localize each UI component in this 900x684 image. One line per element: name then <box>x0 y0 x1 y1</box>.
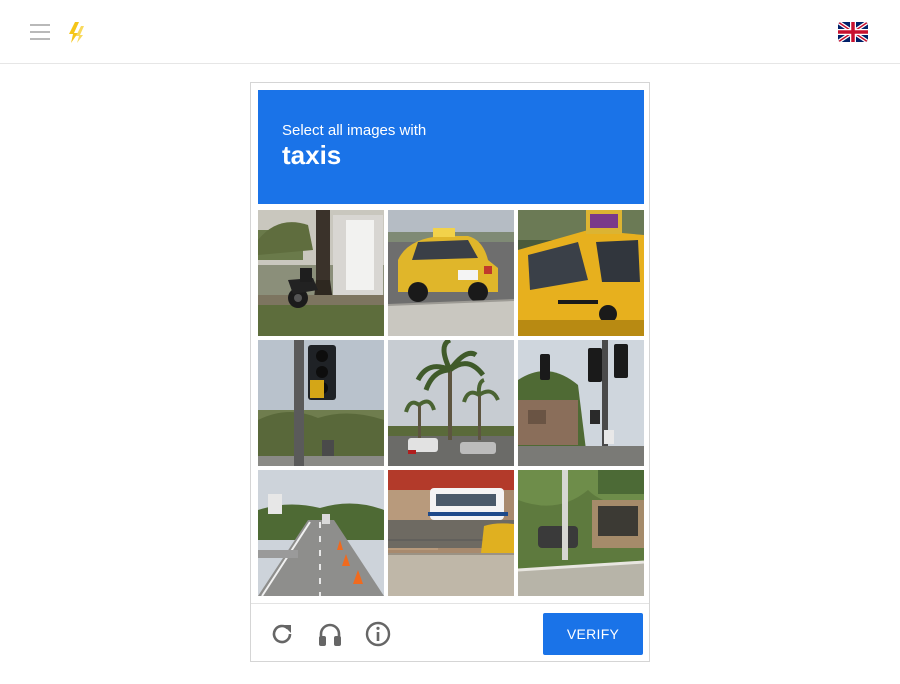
image-tile-5[interactable] <box>388 340 514 466</box>
image-tile-7[interactable] <box>258 470 384 596</box>
image-tile-8[interactable] <box>388 470 514 596</box>
info-icon[interactable] <box>364 620 392 648</box>
lightning-logo-icon[interactable] <box>66 20 88 44</box>
image-tile-9[interactable] <box>518 470 644 596</box>
reload-icon[interactable] <box>268 620 296 648</box>
image-tile-6[interactable] <box>518 340 644 466</box>
image-tile-2[interactable] <box>388 210 514 336</box>
image-tile-4[interactable] <box>258 340 384 466</box>
headphones-icon[interactable] <box>316 620 344 648</box>
target-object-text: taxis <box>282 140 342 170</box>
verify-button[interactable]: VERIFY <box>543 613 643 655</box>
hamburger-menu-icon[interactable] <box>30 23 50 41</box>
image-grid <box>258 210 644 596</box>
uk-flag-icon[interactable] <box>838 21 868 43</box>
challenge-prompt: Select all images with taxis <box>258 90 644 204</box>
captcha-challenge: Select all images with taxis VERIFY <box>250 82 650 662</box>
image-tile-3[interactable] <box>518 210 644 336</box>
instruction-text: Select all images with <box>282 122 427 139</box>
captcha-footer: VERIFY <box>251 603 649 661</box>
top-bar <box>0 0 900 64</box>
image-tile-1[interactable] <box>258 210 384 336</box>
